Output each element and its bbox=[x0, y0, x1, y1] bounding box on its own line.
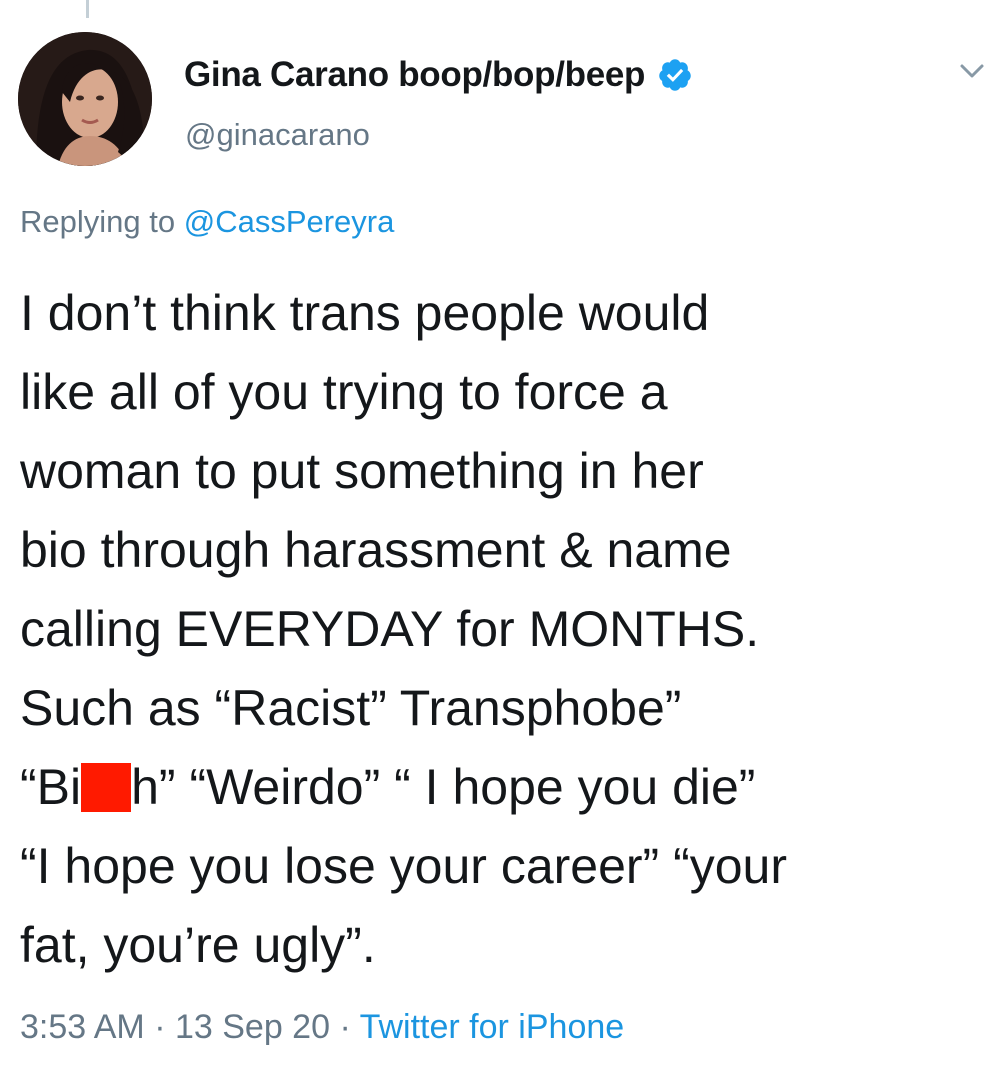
tweet-text-line: I don’t think trans people would bbox=[20, 285, 710, 341]
tweet-card: Gina Carano boop/bop/beep @ginacarano Re… bbox=[0, 0, 1000, 1082]
tweet-text-line: like all of you trying to force a bbox=[20, 364, 668, 420]
chevron-down-icon[interactable] bbox=[957, 60, 987, 82]
redacted-word-start: “Bi bbox=[20, 759, 82, 815]
verified-badge-icon bbox=[659, 59, 691, 91]
tweet-date[interactable]: 13 Sep 20 bbox=[175, 1008, 330, 1046]
tweet-metadata: 3:53 AM · 13 Sep 20 · Twitter for iPhone bbox=[20, 1008, 624, 1047]
redaction-block bbox=[81, 763, 132, 812]
reply-mention-link[interactable]: @CassPereyra bbox=[184, 204, 395, 239]
redacted-word-end: h” “Weirdo” “ I hope you die” bbox=[131, 759, 756, 815]
tweet-source-link[interactable]: Twitter for iPhone bbox=[360, 1008, 625, 1046]
tweet-time[interactable]: 3:53 AM bbox=[20, 1008, 145, 1046]
tweet-text-line: bio through harassment & name bbox=[20, 522, 732, 578]
avatar-image bbox=[18, 32, 152, 166]
author-display-name[interactable]: Gina Carano boop/bop/beep bbox=[184, 55, 645, 95]
tweet-text: I don’t think trans people would like al… bbox=[20, 274, 980, 985]
tweet-text-line: “I hope you lose your career” “your bbox=[20, 838, 788, 894]
tweet-text-line: calling EVERYDAY for MONTHS. bbox=[20, 601, 760, 657]
tweet-text-line: woman to put something in her bbox=[20, 443, 704, 499]
meta-separator: · bbox=[330, 1008, 360, 1046]
author-name-row[interactable]: Gina Carano boop/bop/beep bbox=[184, 52, 693, 98]
author-handle[interactable]: @ginacarano bbox=[185, 117, 370, 153]
thread-connector-line bbox=[86, 0, 89, 18]
tweet-text-line: fat, you’re ugly”. bbox=[20, 917, 376, 973]
replying-to-label: Replying to bbox=[20, 204, 184, 239]
replying-to-line: Replying to @CassPereyra bbox=[20, 204, 394, 240]
tweet-text-line-redacted: “Bi h” “Weirdo” “ I hope you die” bbox=[20, 748, 980, 827]
avatar[interactable] bbox=[18, 32, 152, 166]
meta-separator: · bbox=[144, 1008, 175, 1046]
tweet-text-line: Such as “Racist” Transphobe” bbox=[20, 680, 682, 736]
